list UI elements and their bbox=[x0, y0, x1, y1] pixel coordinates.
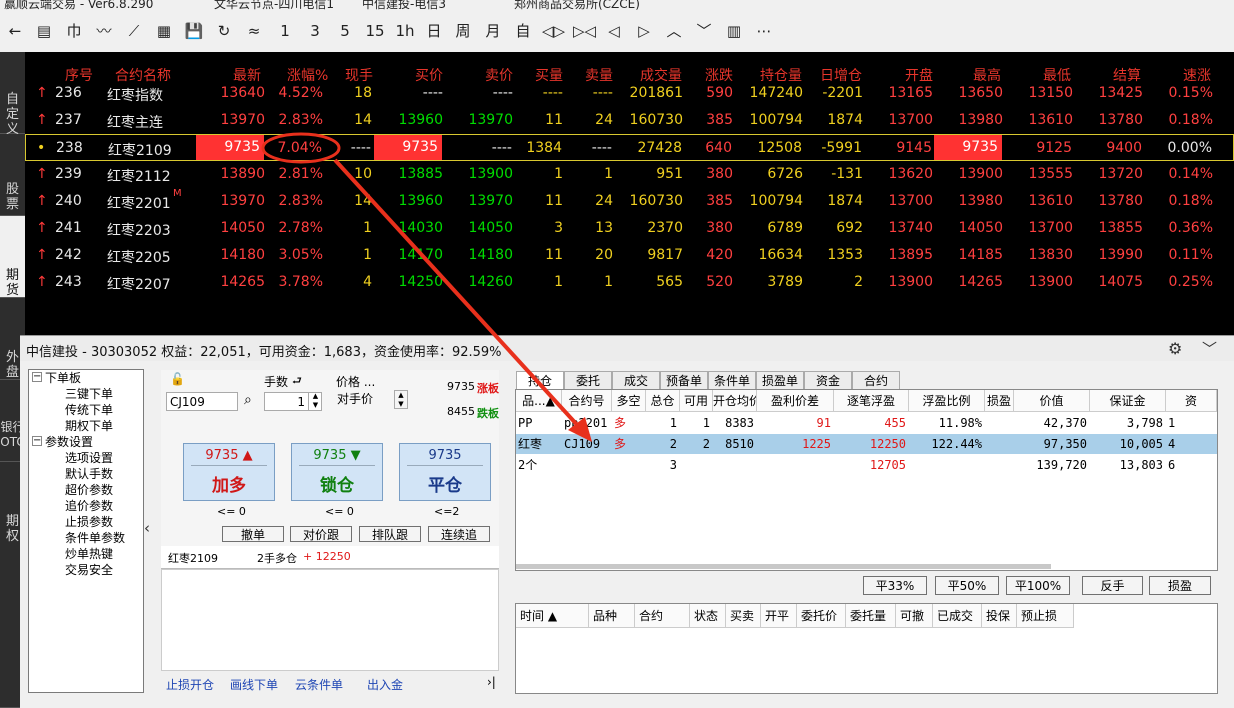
arrow-line bbox=[333, 158, 582, 430]
highlight-circle bbox=[261, 132, 341, 164]
annotation-overlay bbox=[261, 132, 592, 442]
